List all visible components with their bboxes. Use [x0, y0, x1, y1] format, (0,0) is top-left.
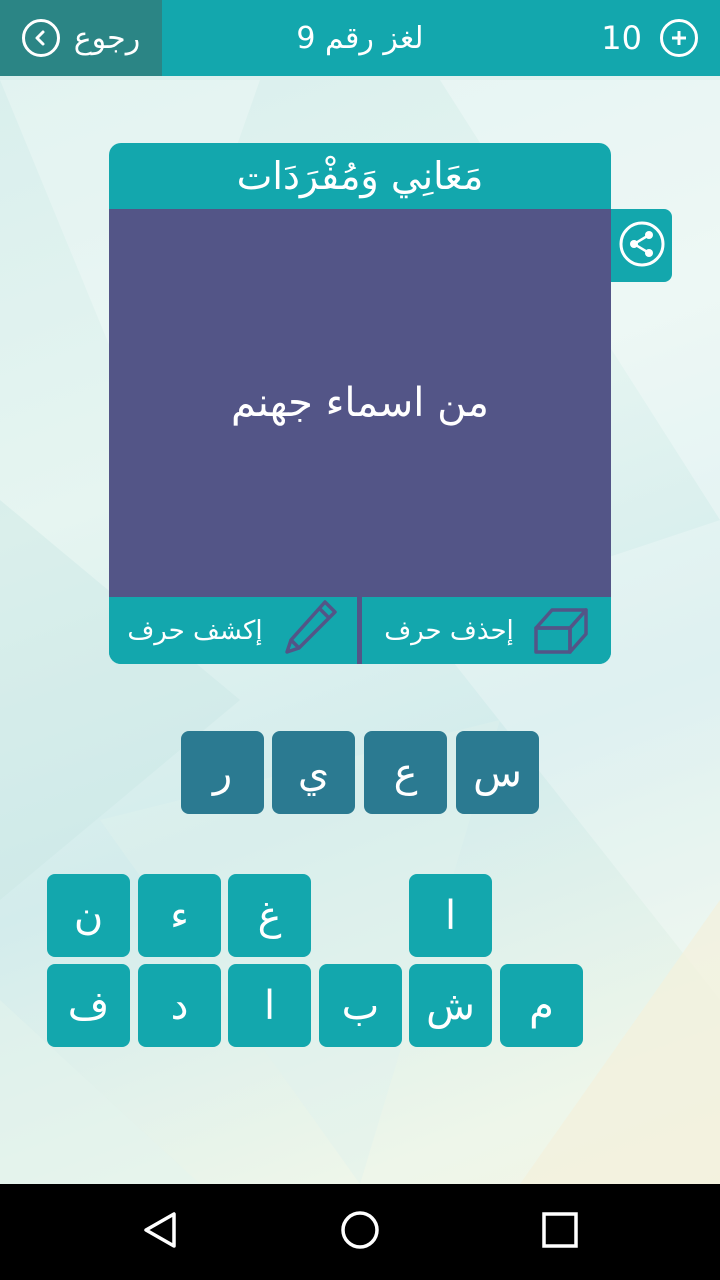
circle-home-icon: [339, 1209, 381, 1255]
triangle-back-icon: [140, 1210, 180, 1254]
level-title: لغز رقم 9: [296, 20, 424, 56]
letter-tile[interactable]: ش: [409, 964, 492, 1047]
letter-tile[interactable]: م: [500, 964, 583, 1047]
letter-tile[interactable]: ب: [319, 964, 402, 1047]
hint-divider: [357, 597, 362, 664]
back-button[interactable]: رجوع: [0, 0, 162, 76]
letter-tile[interactable]: غ: [228, 874, 311, 957]
delete-letter-button[interactable]: إحذف حرف: [363, 597, 611, 664]
reveal-letter-button[interactable]: إكشف حرف: [109, 597, 357, 664]
letter-tile[interactable]: د: [138, 964, 221, 1047]
square-recents-icon: [541, 1211, 579, 1253]
chevron-left-icon: [21, 19, 60, 57]
coins-value: 10: [601, 19, 642, 57]
answer-slot[interactable]: ي: [272, 731, 355, 814]
answer-slot[interactable]: ع: [364, 731, 447, 814]
letter-tile[interactable]: ف: [47, 964, 130, 1047]
reveal-letter-label: إكشف حرف: [127, 615, 263, 646]
plus-icon[interactable]: [660, 19, 698, 57]
hint-bar: إكشف حرف إحذف حرف: [109, 597, 611, 664]
category-title: مَعَانِي وَمُفْرَدَات: [236, 154, 484, 198]
puzzle-card: مَعَانِي وَمُفْرَدَات من اسماء جهنم إكشف…: [109, 143, 611, 664]
share-icon: [618, 220, 666, 272]
nav-back-button[interactable]: [110, 1184, 210, 1280]
pencil-icon: [281, 598, 339, 663]
answer-slot[interactable]: ر: [181, 731, 264, 814]
letter-tile[interactable]: ن: [47, 874, 130, 957]
letter-tile[interactable]: ا: [409, 874, 492, 957]
back-label: رجوع: [73, 20, 141, 56]
nav-recents-button[interactable]: [510, 1184, 610, 1280]
eraser-icon: [532, 598, 590, 663]
letter-tile[interactable]: ا: [228, 964, 311, 1047]
answer-slot[interactable]: س: [456, 731, 539, 814]
coins-counter: 10: [601, 0, 698, 76]
nav-home-button[interactable]: [310, 1184, 410, 1280]
system-nav-bar: [0, 1184, 720, 1280]
letter-tile[interactable]: ء: [138, 874, 221, 957]
clue-text: من اسماء جهنم: [231, 380, 489, 426]
clue-panel: من اسماء جهنم: [109, 209, 611, 597]
delete-letter-label: إحذف حرف: [384, 615, 514, 646]
share-button[interactable]: [611, 209, 672, 282]
top-bar: رجوع لغز رقم 9 10: [0, 0, 720, 76]
